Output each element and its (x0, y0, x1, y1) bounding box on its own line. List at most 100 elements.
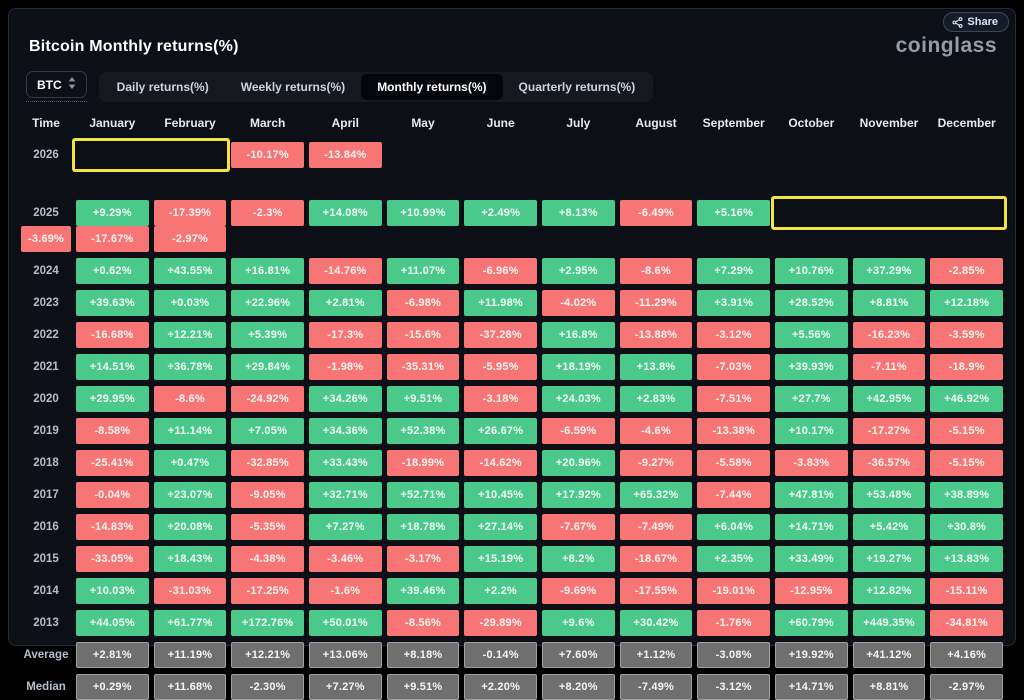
return-cell: +44.05% (76, 610, 149, 636)
table-header-row: Time January February March April May June July… (21, 114, 1003, 134)
return-cell: +16.81% (231, 258, 304, 284)
row-label: 2023 (33, 297, 59, 309)
return-cell: +24.03% (541, 386, 615, 412)
return-cell: +20.08% (153, 514, 227, 540)
return-cell (775, 142, 848, 168)
return-cell: +18.19% (541, 354, 615, 380)
return-cell: -6.96% (464, 258, 537, 284)
return-cell: +33.43% (308, 450, 382, 476)
row-label: 2015 (33, 553, 59, 565)
tab-quarterly[interactable]: Quarterly returns(%) (503, 74, 652, 100)
coin-select[interactable]: BTC (26, 71, 87, 98)
return-cell: +18.78% (386, 514, 460, 540)
return-cell: -7.44% (697, 482, 770, 508)
return-cell: +11.14% (153, 418, 227, 444)
return-cell: +36.78% (153, 354, 227, 380)
return-cell: +60.79% (774, 610, 848, 636)
page-title: Bitcoin Monthly returns(%) (29, 38, 239, 55)
return-cell: +61.77% (153, 610, 227, 636)
return-cell: -15.11% (930, 578, 1003, 604)
return-cell: +18.43% (153, 546, 227, 572)
column-header: April (331, 116, 359, 130)
return-cell: -7.03% (697, 354, 770, 380)
return-cell: +22.96% (231, 290, 304, 316)
returns-panel: Share Bitcoin Monthly returns(%) coingla… (8, 8, 1016, 700)
return-cell: +2.49% (464, 200, 537, 226)
return-cell (853, 142, 926, 168)
tab-monthly[interactable]: Monthly returns(%) (361, 73, 503, 100)
return-cell: +7.27% (308, 674, 382, 700)
return-cell: +2.2% (464, 578, 537, 604)
return-cell: +32.71% (308, 482, 382, 508)
return-cell: -16.23% (852, 322, 926, 348)
return-cell: -9.05% (231, 482, 304, 508)
return-cell (21, 168, 71, 194)
return-cell: -33.05% (76, 546, 149, 572)
return-cell: -18.67% (619, 546, 693, 572)
return-cell: +8.18% (386, 642, 460, 668)
return-cell: -17.3% (308, 322, 382, 348)
return-cell: +15.19% (464, 546, 537, 572)
return-cell: +0.62% (76, 258, 149, 284)
table-row: 2018 -25.41% +0.47% -32.85% +33.43% -18.99% -1… (21, 450, 1003, 476)
return-cell: -29.89% (464, 610, 537, 636)
return-cell: -0.14% (464, 642, 537, 668)
return-cell: +34.26% (308, 386, 382, 412)
return-cell: +7.29% (697, 258, 770, 284)
column-header: September (702, 116, 765, 130)
return-cell: -3.18% (464, 386, 537, 412)
column-header: August (635, 116, 677, 130)
highlight-box (770, 196, 1007, 230)
return-cell: -35.31% (386, 354, 460, 380)
return-cell: +14.51% (76, 354, 149, 380)
return-cell: -9.27% (619, 450, 693, 476)
return-cell: -36.57% (852, 450, 926, 476)
return-cell: +41.12% (852, 642, 926, 668)
return-cell: -31.03% (153, 578, 227, 604)
return-cell: -6.49% (619, 200, 693, 226)
tab-daily[interactable]: Daily returns(%) (101, 74, 225, 100)
share-button[interactable]: Share (943, 12, 1009, 32)
return-cell: +9.29% (76, 200, 149, 226)
return-cell: +172.76% (231, 610, 304, 636)
return-cell: +29.95% (76, 386, 149, 412)
return-cell: -2.97% (930, 674, 1003, 700)
return-cell (697, 142, 770, 168)
sort-arrows-icon (68, 77, 76, 92)
return-cell: +8.81% (852, 290, 926, 316)
column-header: January (89, 116, 136, 130)
return-cell: +23.07% (153, 482, 227, 508)
return-cell: -17.25% (231, 578, 304, 604)
table-row: 2022 -16.68% +12.21% +5.39% -17.3% -15.6% -37.… (21, 322, 1003, 348)
table-row: 2024 +0.62% +43.55% +16.81% -14.76% +11.07% -6… (21, 258, 1003, 284)
return-cell: +11.07% (386, 258, 460, 284)
return-cell: -13.38% (697, 418, 770, 444)
toolbar: BTC Daily returns(%) Weekly returns(%) Mon… (9, 56, 1015, 102)
return-cell: +2.81% (308, 290, 382, 316)
return-cell: -14.76% (308, 258, 382, 284)
return-cell: +2.81% (76, 642, 149, 668)
tab-weekly[interactable]: Weekly returns(%) (225, 74, 361, 100)
return-cell: +47.81% (774, 482, 848, 508)
return-cell: +13.8% (619, 354, 693, 380)
return-cell: -3.83% (774, 450, 848, 476)
return-cell: -8.58% (76, 418, 149, 444)
return-cell: +10.45% (464, 482, 537, 508)
table-row: Median +0.29% +11.68% -2.30% +7.27% +9.51% +2.… (21, 674, 1003, 700)
column-header: June (486, 116, 515, 130)
return-cell: -17.27% (852, 418, 926, 444)
return-cell: -2.3% (231, 200, 304, 226)
return-cell: +39.46% (386, 578, 460, 604)
row-label: 2022 (33, 329, 59, 341)
row-label: 2020 (33, 393, 59, 405)
return-cell: -4.38% (231, 546, 304, 572)
return-cell: -11.29% (619, 290, 693, 316)
return-cell: +13.06% (308, 642, 382, 668)
return-cell: +5.56% (774, 322, 848, 348)
row-label: 2026 (33, 149, 59, 161)
return-cell (464, 142, 537, 168)
return-cell: -1.6% (308, 578, 382, 604)
return-cell: -2.97% (153, 226, 227, 252)
coinglass-logo: coinglass (895, 34, 997, 57)
table-row: 2023 +39.63% +0.03% +22.96% +2.81% -6.98% +11.… (21, 290, 1003, 316)
